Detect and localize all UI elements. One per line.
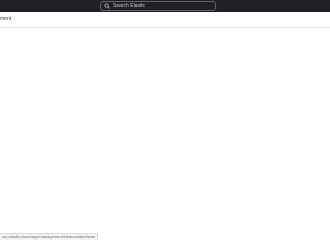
page-title: ment [0,16,12,22]
global-search[interactable] [100,1,216,11]
main-content [0,28,330,212]
page-header: ment [0,12,330,28]
search-icon [104,3,110,9]
search-input[interactable] [113,2,209,10]
top-navigation-bar [0,0,330,12]
status-bar-url: sm.elastic.cloud/app/management/kibana/d… [0,233,99,240]
